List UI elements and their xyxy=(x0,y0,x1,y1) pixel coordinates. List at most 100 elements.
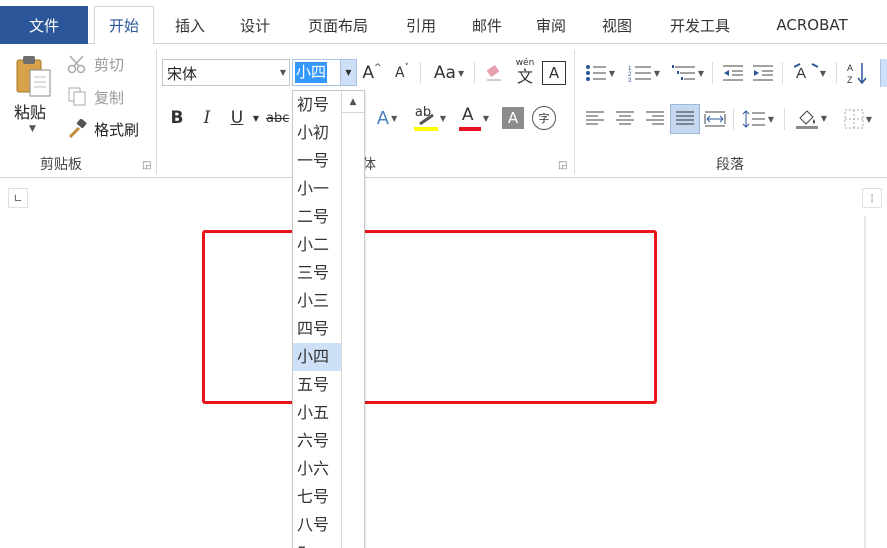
show-marks-button[interactable] xyxy=(880,59,887,87)
toolbar-separator xyxy=(784,108,785,130)
align-center-button[interactable] xyxy=(612,106,638,132)
font-size-option[interactable]: 小四 xyxy=(293,343,341,371)
highlight-color-button[interactable]: ab ▼ xyxy=(410,104,450,132)
tab-acrobat[interactable]: ACROBAT xyxy=(756,6,868,44)
font-color-button[interactable]: A ▼ xyxy=(454,104,494,132)
font-color-icon: A xyxy=(458,105,481,131)
character-shading-button[interactable]: A xyxy=(502,107,524,129)
font-size-option[interactable]: 五号 xyxy=(293,371,341,399)
font-size-option[interactable]: 5 xyxy=(293,539,341,548)
line-spacing-button[interactable]: ▼ xyxy=(738,106,778,132)
tab-view[interactable]: 视图 xyxy=(588,6,646,44)
chevron-down-icon: ▼ xyxy=(865,114,873,124)
tab-design[interactable]: 设计 xyxy=(226,6,284,44)
tab-file[interactable]: 文件 xyxy=(0,6,88,44)
chevron-down-icon: ▼ xyxy=(482,113,490,123)
paste-dropdown-icon[interactable]: ▼ xyxy=(29,124,36,134)
bullets-button[interactable]: ▼ xyxy=(582,61,618,85)
phonetic-guide-button[interactable]: wén 文 xyxy=(512,57,538,87)
clear-formatting-button[interactable] xyxy=(482,61,506,85)
font-size-option[interactable]: 小五 xyxy=(293,399,341,427)
strikethrough-button[interactable]: abc xyxy=(266,106,292,130)
paste-button-label[interactable]: 粘贴 xyxy=(14,99,46,123)
text-effects-button[interactable]: A ▼ xyxy=(370,106,404,130)
copy-icon xyxy=(66,87,90,107)
font-size-option[interactable]: 初号 xyxy=(293,91,341,119)
tab-page-layout[interactable]: 页面布局 xyxy=(292,6,384,44)
tab-selector-icon[interactable]: ∟ xyxy=(8,188,28,208)
paragraph-shading-button[interactable]: ▼ xyxy=(790,104,832,132)
align-right-icon xyxy=(646,111,664,125)
font-size-option[interactable]: 二号 xyxy=(293,203,341,231)
numbering-button[interactable]: 123 ▼ xyxy=(624,61,664,85)
font-launcher-icon[interactable]: ◲ xyxy=(558,160,567,171)
red-highlight-box xyxy=(202,230,657,404)
toolbar-separator xyxy=(420,62,421,84)
font-size-option[interactable]: 八号 xyxy=(293,511,341,539)
toolbar-separator xyxy=(474,62,475,84)
shrink-font-button[interactable]: A ˅ xyxy=(390,61,414,85)
chevron-down-icon: ▼ xyxy=(653,68,661,78)
multilevel-list-button[interactable]: ▼ xyxy=(668,61,708,85)
vertical-ruler-toggle-icon[interactable]: ¦ xyxy=(862,188,882,208)
scroll-up-icon[interactable]: ▲ xyxy=(342,91,364,113)
clipboard-launcher-icon[interactable]: ◲ xyxy=(142,160,151,171)
paste-icon[interactable] xyxy=(14,54,54,98)
decrease-indent-button[interactable] xyxy=(720,61,746,85)
sort-icon: AZ xyxy=(847,63,867,85)
grow-font-button[interactable]: A ^ xyxy=(360,61,384,85)
cut-button[interactable]: 剪切 xyxy=(66,53,124,75)
toolbar-separator xyxy=(712,62,713,84)
font-size-option[interactable]: 小二 xyxy=(293,231,341,259)
font-size-dropdown-icon[interactable]: ▼ xyxy=(340,60,356,85)
tab-home[interactable]: 开始 xyxy=(94,6,154,45)
tab-references[interactable]: 引用 xyxy=(392,6,450,44)
chevron-down-icon: ▼ xyxy=(391,113,398,123)
tab-insert[interactable]: 插入 xyxy=(160,6,220,44)
font-size-combobox[interactable]: 小四 ▼ xyxy=(292,59,357,86)
font-size-option[interactable]: 小初 xyxy=(293,119,341,147)
document-area[interactable]: ∟ ¦ xyxy=(0,178,887,548)
chevron-down-icon: ▼ xyxy=(439,113,447,123)
underline-button[interactable]: U xyxy=(226,106,248,130)
font-size-option[interactable]: 小一 xyxy=(293,175,341,203)
italic-button[interactable]: I xyxy=(196,106,218,130)
character-border-button[interactable]: A xyxy=(542,61,566,85)
font-size-option[interactable]: 小六 xyxy=(293,455,341,483)
font-name-combobox[interactable]: 宋体 ▼ xyxy=(162,59,290,86)
copy-button[interactable]: 复制 xyxy=(66,86,124,108)
tab-review[interactable]: 审阅 xyxy=(522,6,580,44)
format-painter-button[interactable]: 格式刷 xyxy=(66,118,139,140)
chevron-down-icon[interactable]: ▼ xyxy=(280,68,286,77)
cut-label: 剪切 xyxy=(94,55,125,74)
bold-button[interactable]: B xyxy=(166,106,188,130)
paint-bucket-icon xyxy=(795,110,818,129)
chinese-layout-icon: A xyxy=(793,63,818,82)
font-size-value[interactable]: 小四 xyxy=(295,62,328,83)
align-right-button[interactable] xyxy=(642,106,668,132)
font-size-option[interactable]: 三号 xyxy=(293,259,341,287)
tab-developer[interactable]: 开发工具 xyxy=(652,6,748,44)
align-left-button[interactable] xyxy=(582,106,608,132)
font-size-option[interactable]: 六号 xyxy=(293,427,341,455)
borders-button[interactable]: ▼ xyxy=(838,106,878,132)
increase-indent-button[interactable] xyxy=(750,61,776,85)
tab-mailings[interactable]: 邮件 xyxy=(458,6,516,44)
chinese-layout-button[interactable]: A ▼ xyxy=(790,61,830,85)
chevron-down-icon: ▼ xyxy=(608,68,616,78)
underline-dropdown-icon[interactable]: ▼ xyxy=(250,106,262,130)
enclose-characters-button[interactable]: 字 xyxy=(532,106,556,130)
svg-text:3: 3 xyxy=(628,78,632,82)
font-size-option[interactable]: 四号 xyxy=(293,315,341,343)
eraser-icon xyxy=(487,65,501,81)
change-case-button[interactable]: Aa ▼ xyxy=(428,61,470,85)
sort-button[interactable]: AZ xyxy=(844,59,870,87)
down-caret-icon: ˅ xyxy=(404,63,410,73)
dropdown-scrollbar[interactable]: ▲ xyxy=(341,91,364,548)
justify-button[interactable] xyxy=(670,104,700,134)
font-size-option[interactable]: 小三 xyxy=(293,287,341,315)
font-size-option[interactable]: 一号 xyxy=(293,147,341,175)
font-size-option[interactable]: 七号 xyxy=(293,483,341,511)
distributed-button[interactable] xyxy=(702,106,728,132)
toolbar-separator xyxy=(836,62,837,84)
